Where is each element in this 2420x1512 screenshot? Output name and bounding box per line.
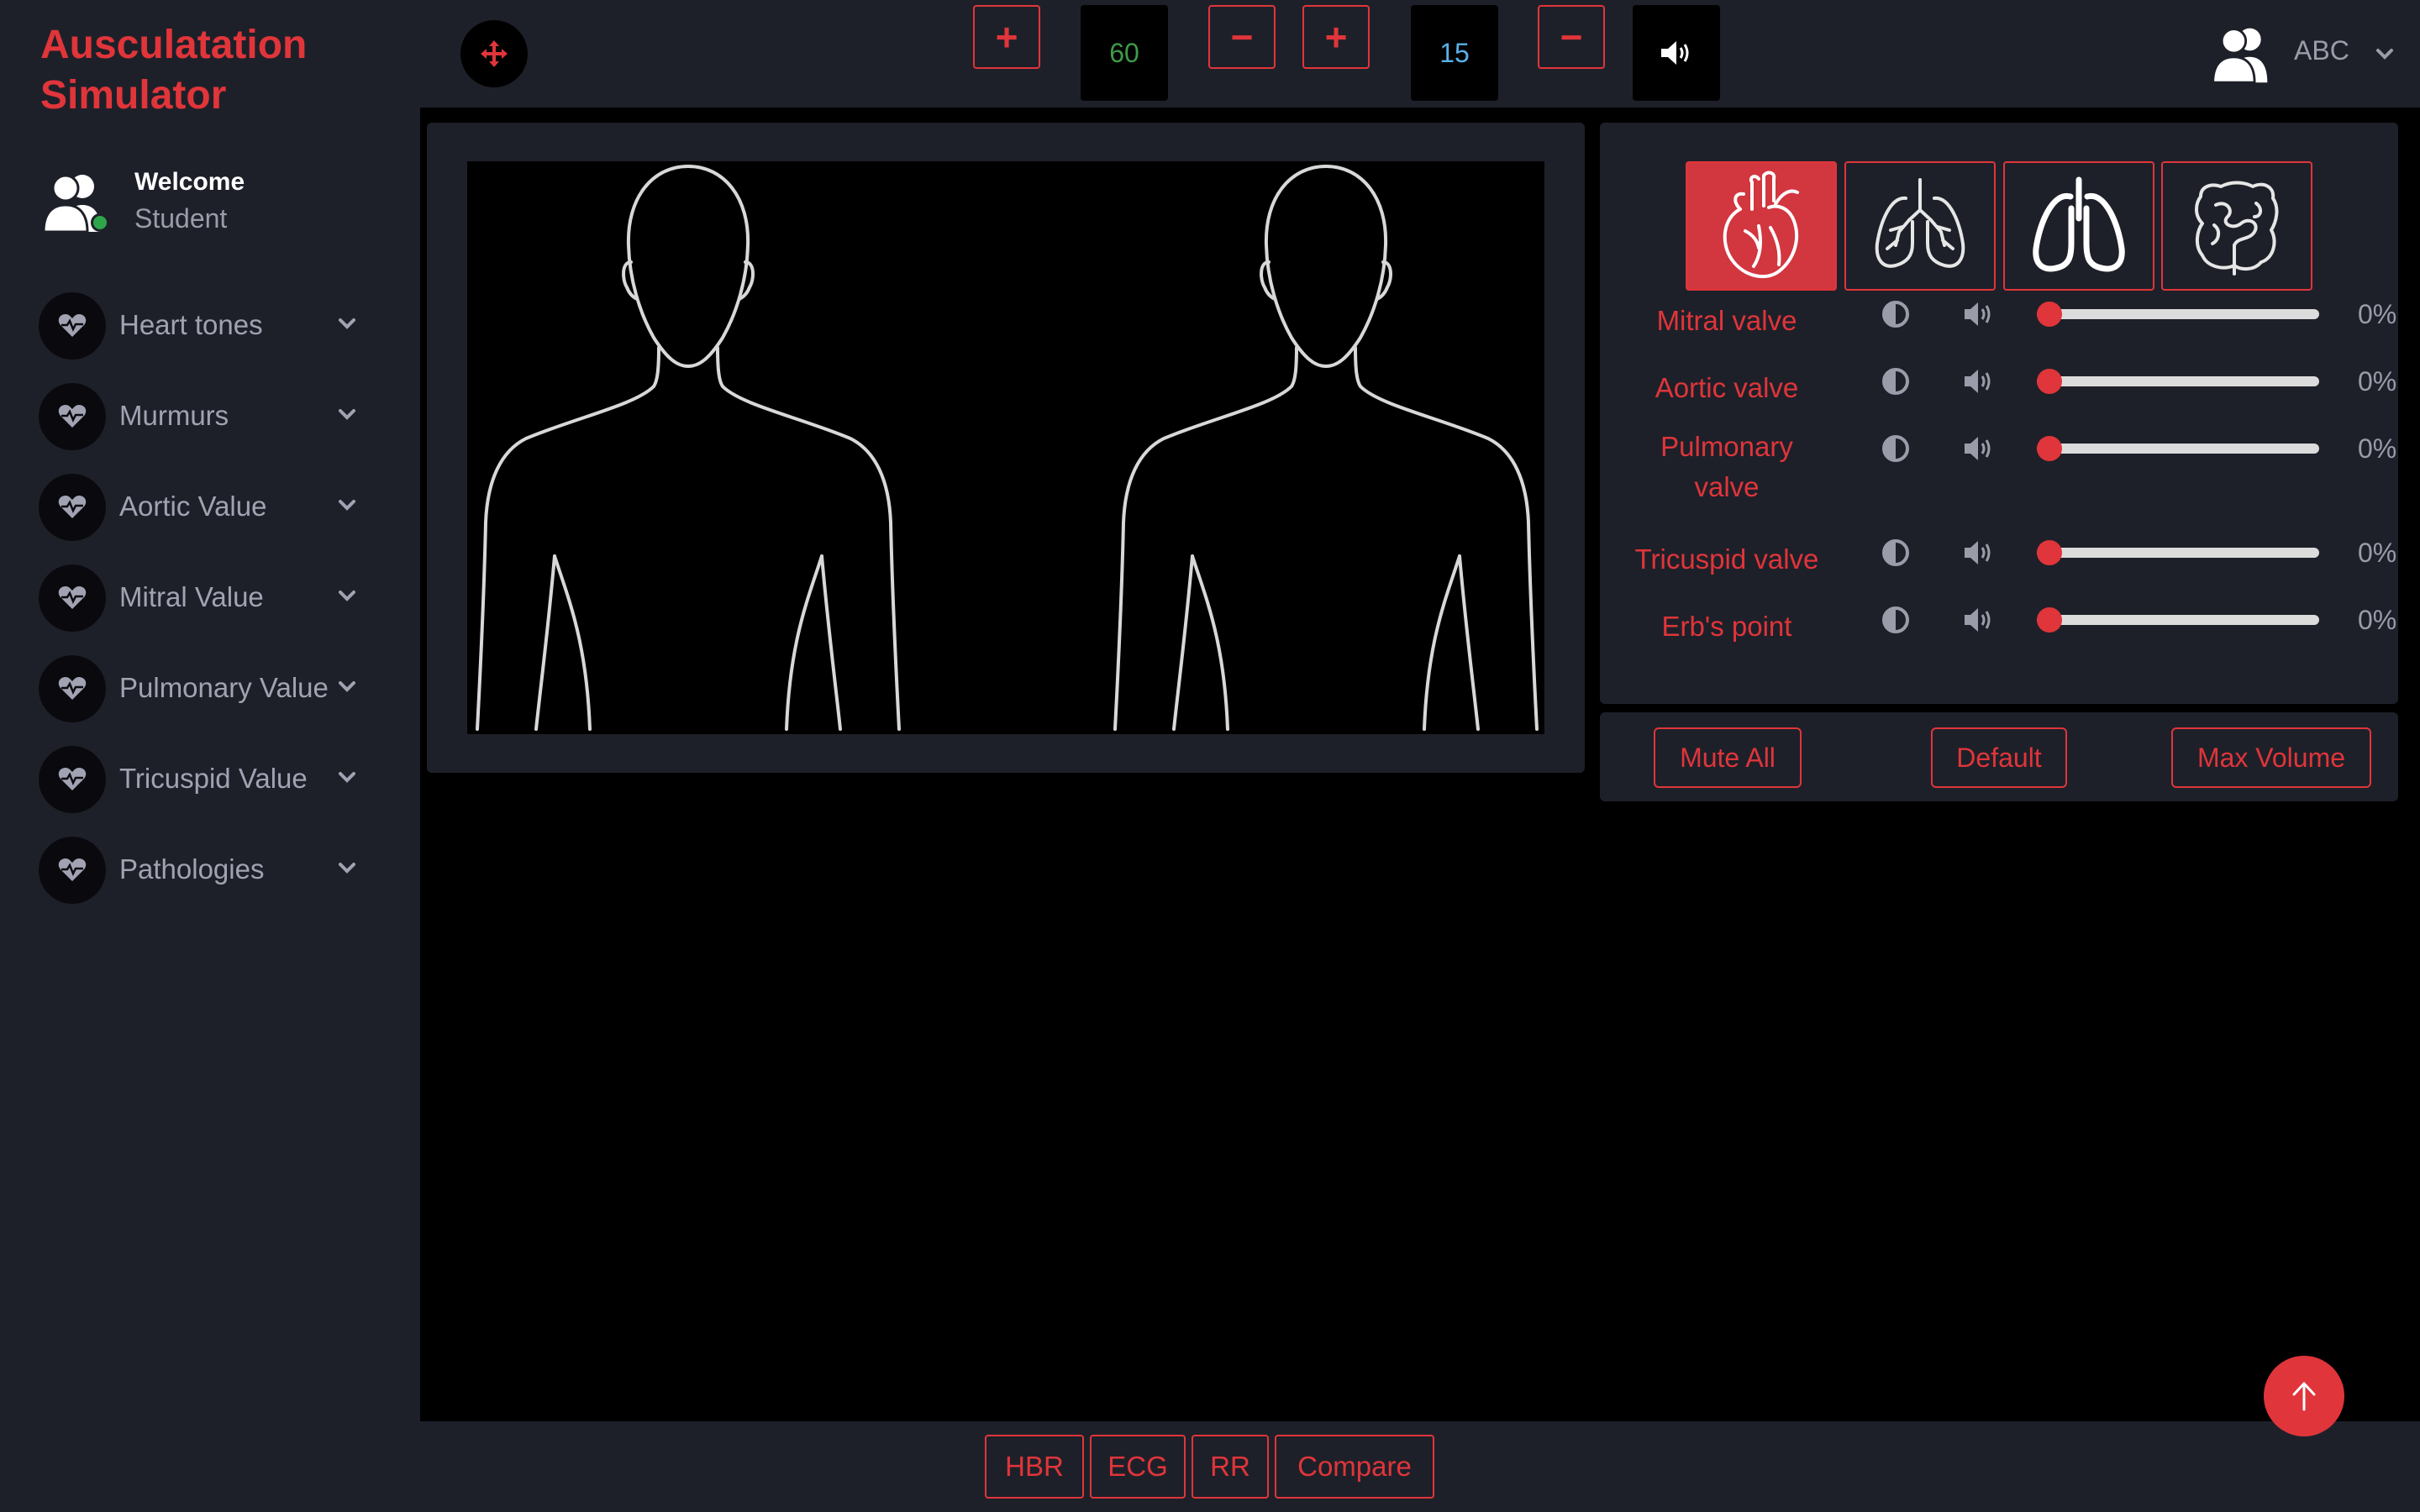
- ecg-button[interactable]: ECG: [1090, 1435, 1186, 1499]
- contrast-toggle-icon[interactable]: [1881, 538, 1911, 568]
- lungs-bronchi-icon: [1875, 178, 1965, 268]
- contrast-toggle-icon[interactable]: [1881, 433, 1911, 464]
- resp-rate-value: 15: [1411, 5, 1498, 101]
- speaker-icon[interactable]: [1963, 433, 1996, 464]
- chevron-down-icon: [339, 318, 355, 329]
- organ-tab-intestines[interactable]: [2161, 161, 2312, 291]
- lungs-outline-icon: [2033, 176, 2125, 272]
- volume-percent: 0%: [2358, 366, 2397, 396]
- contrast-toggle-icon[interactable]: [1881, 605, 1911, 635]
- volume-slider-track[interactable]: [2037, 309, 2319, 319]
- compare-button[interactable]: Compare: [1275, 1435, 1434, 1499]
- speaker-button[interactable]: [1633, 5, 1720, 101]
- sidebar-item-label: Murmurs: [119, 400, 229, 431]
- sidebar-item-label: Tricuspid Value: [119, 763, 308, 794]
- volume-percent: 0%: [2358, 433, 2397, 464]
- user-name: ABC: [2294, 35, 2349, 66]
- sidebar-item-label: Pulmonary Value: [119, 672, 329, 703]
- valve-label: Aortic valve: [1655, 372, 1799, 403]
- sidebar-item-pulmonary-value[interactable]: Pulmonary Value: [39, 655, 366, 722]
- torso-front-back-figure: [476, 164, 1539, 731]
- default-button[interactable]: Default: [1931, 727, 2067, 788]
- resp-rate-increase-button[interactable]: +: [1302, 5, 1370, 69]
- speaker-icon[interactable]: [1963, 605, 1996, 635]
- body-figure-canvas[interactable]: [467, 161, 1544, 734]
- rr-button[interactable]: RR: [1192, 1435, 1269, 1499]
- valve-label: Mitral valve: [1656, 305, 1797, 336]
- sidebar-item-label: Mitral Value: [119, 581, 264, 612]
- chevron-down-icon: [2376, 49, 2393, 60]
- volume-slider-track[interactable]: [2037, 548, 2319, 558]
- heartbeat-icon: [39, 292, 106, 360]
- online-status-dot: [91, 213, 109, 232]
- sidebar-item-pathologies[interactable]: Pathologies: [39, 837, 366, 904]
- user-avatar-icon: [2212, 28, 2268, 84]
- volume-percent: 0%: [2358, 538, 2397, 568]
- chevron-down-icon: [339, 772, 355, 783]
- contrast-toggle-icon[interactable]: [1881, 299, 1911, 329]
- welcome-block: Welcome Student: [40, 165, 393, 240]
- volume-slider-track[interactable]: [2037, 376, 2319, 386]
- speaker-icon[interactable]: [1963, 538, 1996, 568]
- volume-slider-track[interactable]: [2037, 444, 2319, 454]
- heartbeat-icon: [39, 383, 106, 450]
- arrow-up-icon: [2292, 1382, 2316, 1411]
- sidebar-item-label: Heart tones: [119, 309, 263, 340]
- valve-label: Tricuspid valve: [1634, 543, 1819, 575]
- heartbeat-icon: [39, 564, 106, 632]
- move-arrows-icon: [481, 40, 508, 67]
- speaker-icon: [1661, 41, 1689, 65]
- intestines-icon: [2195, 181, 2279, 276]
- valve-label: Erb's point: [1661, 611, 1792, 642]
- max-volume-button[interactable]: Max Volume: [2171, 727, 2371, 788]
- contrast-toggle-icon[interactable]: [1881, 366, 1911, 396]
- organ-tab-bronchi[interactable]: [1844, 161, 1996, 291]
- user-menu[interactable]: ABC: [2208, 22, 2402, 87]
- app-title: Ausculatation Simulator: [40, 23, 308, 118]
- welcome-role: Student: [134, 203, 228, 234]
- speaker-icon[interactable]: [1963, 366, 1996, 396]
- welcome-greeting: Welcome: [134, 168, 245, 196]
- volume-percent: 0%: [2358, 299, 2397, 329]
- chevron-down-icon: [339, 681, 355, 692]
- chevron-down-icon: [339, 500, 355, 511]
- mute-all-button[interactable]: Mute All: [1654, 727, 1802, 788]
- sidebar-item-heart-tones[interactable]: Heart tones: [39, 292, 366, 360]
- organ-tab-heart[interactable]: [1686, 161, 1837, 291]
- heartbeat-icon: [39, 837, 106, 904]
- hbr-button[interactable]: HBR: [985, 1435, 1084, 1499]
- speaker-icon[interactable]: [1963, 299, 1996, 329]
- volume-slider-thumb[interactable]: [2037, 302, 2062, 327]
- sidebar-item-murmurs[interactable]: Murmurs: [39, 383, 366, 450]
- sidebar-item-aortic-value[interactable]: Aortic Value: [39, 474, 366, 541]
- valve-label: Pulmonary valve: [1660, 431, 1793, 502]
- heartbeat-icon: [39, 474, 106, 541]
- scroll-to-top-button[interactable]: [2264, 1356, 2344, 1436]
- resp-rate-decrease-button[interactable]: −: [1538, 5, 1605, 69]
- sidebar-item-mitral-value[interactable]: Mitral Value: [39, 564, 366, 632]
- sidebar: Ausculatation Simulator Welcome Student …: [0, 0, 420, 1512]
- organ-tab-lungs[interactable]: [2003, 161, 2154, 291]
- heart-icon: [1723, 171, 1799, 279]
- heart-rate-increase-button[interactable]: +: [973, 5, 1040, 69]
- move-button[interactable]: [460, 20, 528, 87]
- volume-slider-thumb[interactable]: [2037, 540, 2062, 565]
- chevron-down-icon: [339, 409, 355, 420]
- heart-rate-decrease-button[interactable]: −: [1208, 5, 1276, 69]
- volume-slider-thumb[interactable]: [2037, 607, 2062, 633]
- sidebar-item-label: Pathologies: [119, 853, 265, 885]
- volume-slider-track[interactable]: [2037, 615, 2319, 625]
- chevron-down-icon: [339, 591, 355, 601]
- heartbeat-icon: [39, 746, 106, 813]
- sidebar-item-label: Aortic Value: [119, 491, 267, 522]
- volume-slider-thumb[interactable]: [2037, 436, 2062, 461]
- heartbeat-icon: [39, 655, 106, 722]
- chevron-down-icon: [339, 863, 355, 874]
- volume-slider-thumb[interactable]: [2037, 369, 2062, 394]
- sidebar-item-tricuspid-value[interactable]: Tricuspid Value: [39, 746, 366, 813]
- volume-percent: 0%: [2358, 605, 2397, 635]
- heart-rate-value: 60: [1081, 5, 1168, 101]
